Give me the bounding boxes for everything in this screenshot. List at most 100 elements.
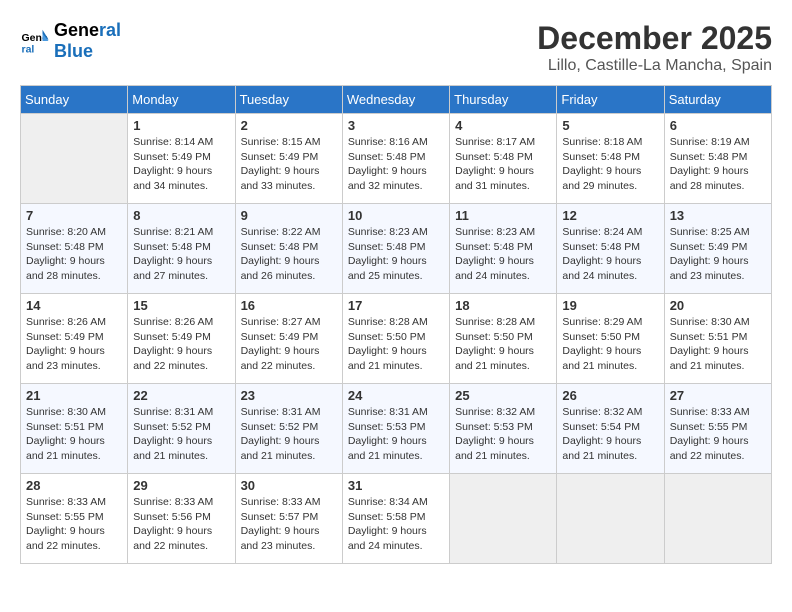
day-number: 6 [670,118,766,133]
day-number: 13 [670,208,766,223]
calendar-cell: 27 Sunrise: 8:33 AMSunset: 5:55 PMDayligh… [664,384,771,474]
day-number: 1 [133,118,229,133]
header-day-tuesday: Tuesday [235,86,342,114]
calendar-cell: 10 Sunrise: 8:23 AMSunset: 5:48 PMDayligh… [342,204,449,294]
calendar-cell: 20Sunrise: 8:30 AMSunset: 5:51 PMDayligh… [664,294,771,384]
day-number: 7 [26,208,122,223]
day-number: 21 [26,388,122,403]
calendar-cell: 29 Sunrise: 8:33 AMSunset: 5:56 PMDayligh… [128,474,235,564]
calendar-table: SundayMondayTuesdayWednesdayThursdayFrid… [20,85,772,564]
week-row-5: 28 Sunrise: 8:33 AMSunset: 5:55 PMDayligh… [21,474,772,564]
calendar-cell: 9 Sunrise: 8:22 AMSunset: 5:48 PMDaylight… [235,204,342,294]
day-number: 3 [348,118,444,133]
calendar-cell: 5Sunrise: 8:18 AMSunset: 5:48 PMDaylight… [557,114,664,204]
header-day-saturday: Saturday [664,86,771,114]
calendar-cell: 6 Sunrise: 8:19 AMSunset: 5:48 PMDaylight… [664,114,771,204]
logo-icon: Gene ral [20,26,50,56]
month-title: December 2025 [537,20,772,57]
day-info: Sunrise: 8:25 AMSunset: 5:49 PMDaylight:… [670,225,766,284]
day-info: Sunrise: 8:28 AMSunset: 5:50 PMDaylight:… [455,315,551,374]
calendar-cell: 4 Sunrise: 8:17 AMSunset: 5:48 PMDaylight… [450,114,557,204]
day-info: Sunrise: 8:19 AMSunset: 5:48 PMDaylight:… [670,135,766,194]
day-number: 2 [241,118,337,133]
day-info: Sunrise: 8:27 AMSunset: 5:49 PMDaylight:… [241,315,337,374]
calendar-cell: 31Sunrise: 8:34 AMSunset: 5:58 PMDayligh… [342,474,449,564]
calendar-cell: 7 Sunrise: 8:20 AMSunset: 5:48 PMDaylight… [21,204,128,294]
week-row-4: 21 Sunrise: 8:30 AMSunset: 5:51 PMDayligh… [21,384,772,474]
day-info: Sunrise: 8:32 AMSunset: 5:54 PMDaylight:… [562,405,658,464]
day-number: 22 [133,388,229,403]
day-info: Sunrise: 8:17 AMSunset: 5:48 PMDaylight:… [455,135,551,194]
calendar-cell: 28 Sunrise: 8:33 AMSunset: 5:55 PMDayligh… [21,474,128,564]
calendar-cell: 14Sunrise: 8:26 AMSunset: 5:49 PMDayligh… [21,294,128,384]
calendar-cell: 2Sunrise: 8:15 AMSunset: 5:49 PMDaylight… [235,114,342,204]
day-number: 11 [455,208,551,223]
day-number: 15 [133,298,229,313]
calendar-cell: 25Sunrise: 8:32 AMSunset: 5:53 PMDayligh… [450,384,557,474]
day-info: Sunrise: 8:33 AMSunset: 5:56 PMDaylight:… [133,495,229,554]
day-number: 10 [348,208,444,223]
header-day-friday: Friday [557,86,664,114]
day-info: Sunrise: 8:34 AMSunset: 5:58 PMDaylight:… [348,495,444,554]
day-number: 28 [26,478,122,493]
day-number: 9 [241,208,337,223]
calendar-cell [450,474,557,564]
day-number: 4 [455,118,551,133]
header-day-sunday: Sunday [21,86,128,114]
day-number: 29 [133,478,229,493]
calendar-cell [21,114,128,204]
calendar-cell: 8 Sunrise: 8:21 AMSunset: 5:48 PMDaylight… [128,204,235,294]
day-info: Sunrise: 8:30 AMSunset: 5:51 PMDaylight:… [670,315,766,374]
week-row-1: 1Sunrise: 8:14 AMSunset: 5:49 PMDaylight… [21,114,772,204]
calendar-cell: 30Sunrise: 8:33 AMSunset: 5:57 PMDayligh… [235,474,342,564]
week-row-2: 7 Sunrise: 8:20 AMSunset: 5:48 PMDaylight… [21,204,772,294]
calendar-cell: 26Sunrise: 8:32 AMSunset: 5:54 PMDayligh… [557,384,664,474]
day-number: 23 [241,388,337,403]
day-info: Sunrise: 8:31 AMSunset: 5:52 PMDaylight:… [241,405,337,464]
day-info: Sunrise: 8:29 AMSunset: 5:50 PMDaylight:… [562,315,658,374]
day-info: Sunrise: 8:23 AMSunset: 5:48 PMDaylight:… [348,225,444,284]
day-info: Sunrise: 8:22 AMSunset: 5:48 PMDaylight:… [241,225,337,284]
day-number: 24 [348,388,444,403]
calendar-cell: 19 Sunrise: 8:29 AMSunset: 5:50 PMDayligh… [557,294,664,384]
day-number: 27 [670,388,766,403]
title-section: December 2025 Lillo, Castille-La Mancha,… [537,20,772,75]
day-info: Sunrise: 8:20 AMSunset: 5:48 PMDaylight:… [26,225,122,284]
day-info: Sunrise: 8:30 AMSunset: 5:51 PMDaylight:… [26,405,122,464]
calendar-cell: 1Sunrise: 8:14 AMSunset: 5:49 PMDaylight… [128,114,235,204]
calendar-cell: 16 Sunrise: 8:27 AMSunset: 5:49 PMDayligh… [235,294,342,384]
day-number: 17 [348,298,444,313]
day-number: 12 [562,208,658,223]
day-number: 16 [241,298,337,313]
location-title: Lillo, Castille-La Mancha, Spain [537,57,772,75]
svg-text:ral: ral [22,43,35,55]
day-info: Sunrise: 8:21 AMSunset: 5:48 PMDaylight:… [133,225,229,284]
day-info: Sunrise: 8:16 AMSunset: 5:48 PMDaylight:… [348,135,444,194]
calendar-cell [664,474,771,564]
day-info: Sunrise: 8:31 AMSunset: 5:52 PMDaylight:… [133,405,229,464]
day-info: Sunrise: 8:33 AMSunset: 5:55 PMDaylight:… [26,495,122,554]
day-info: Sunrise: 8:33 AMSunset: 5:55 PMDaylight:… [670,405,766,464]
day-number: 18 [455,298,551,313]
calendar-cell: 15Sunrise: 8:26 AMSunset: 5:49 PMDayligh… [128,294,235,384]
day-number: 19 [562,298,658,313]
day-number: 30 [241,478,337,493]
logo-text: General Blue [54,20,121,62]
calendar-cell: 22 Sunrise: 8:31 AMSunset: 5:52 PMDayligh… [128,384,235,474]
logo: Gene ral General Blue [20,20,121,62]
days-header-row: SundayMondayTuesdayWednesdayThursdayFrid… [21,86,772,114]
calendar-cell [557,474,664,564]
header: Gene ral General Blue December 2025 Lill… [20,20,772,75]
calendar-cell: 11 Sunrise: 8:23 AMSunset: 5:48 PMDayligh… [450,204,557,294]
calendar-cell: 18 Sunrise: 8:28 AMSunset: 5:50 PMDayligh… [450,294,557,384]
day-info: Sunrise: 8:23 AMSunset: 5:48 PMDaylight:… [455,225,551,284]
calendar-cell: 24 Sunrise: 8:31 AMSunset: 5:53 PMDayligh… [342,384,449,474]
calendar-cell: 3 Sunrise: 8:16 AMSunset: 5:48 PMDaylight… [342,114,449,204]
calendar-cell: 23 Sunrise: 8:31 AMSunset: 5:52 PMDayligh… [235,384,342,474]
calendar-cell: 17 Sunrise: 8:28 AMSunset: 5:50 PMDayligh… [342,294,449,384]
day-info: Sunrise: 8:28 AMSunset: 5:50 PMDaylight:… [348,315,444,374]
day-info: Sunrise: 8:32 AMSunset: 5:53 PMDaylight:… [455,405,551,464]
day-info: Sunrise: 8:31 AMSunset: 5:53 PMDaylight:… [348,405,444,464]
calendar-cell: 13 Sunrise: 8:25 AMSunset: 5:49 PMDayligh… [664,204,771,294]
day-number: 8 [133,208,229,223]
